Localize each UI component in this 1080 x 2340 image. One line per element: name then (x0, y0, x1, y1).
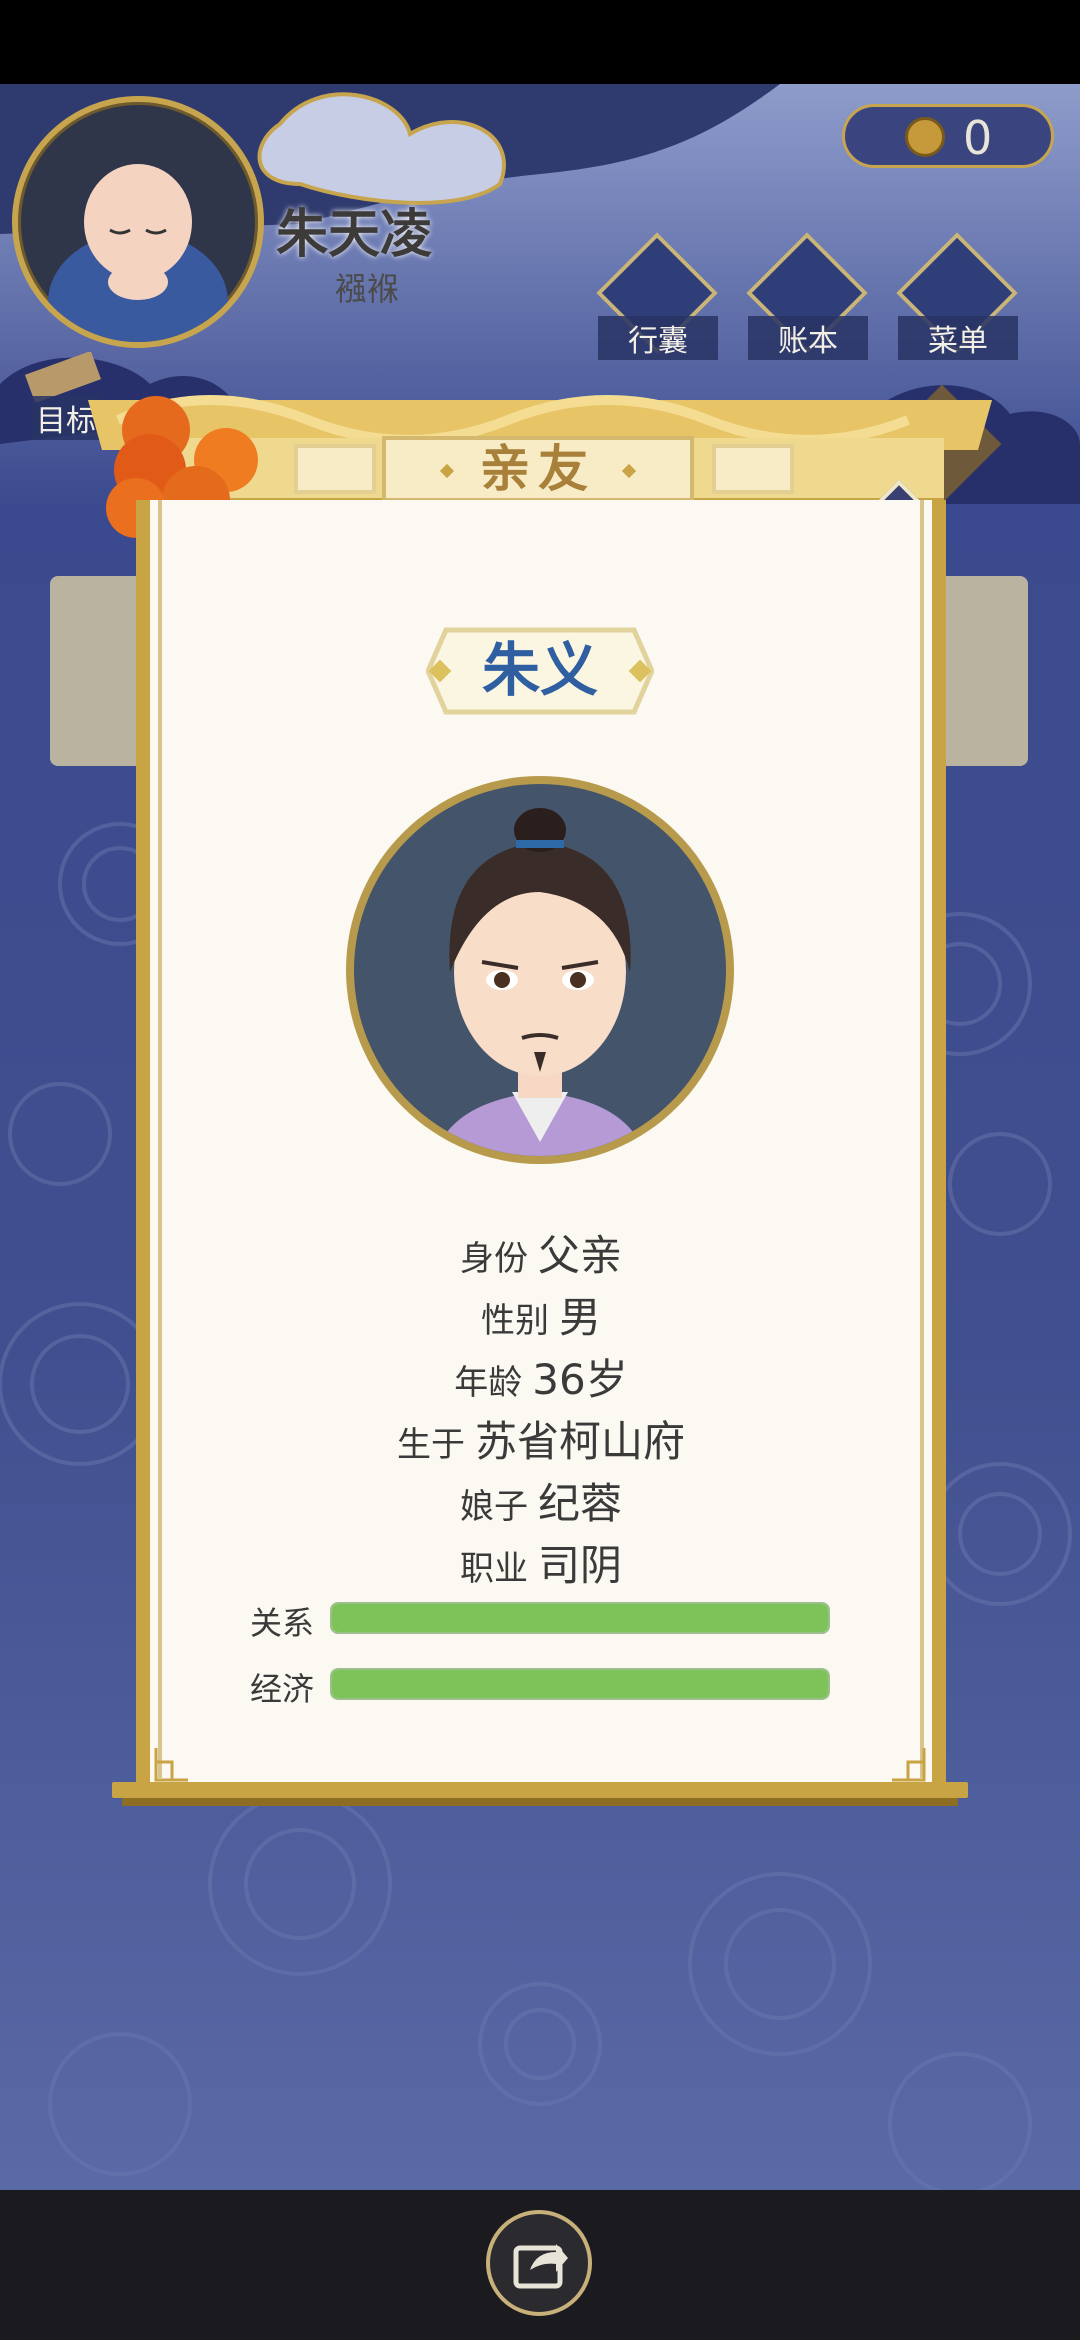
diamond-ornament-icon (439, 463, 455, 479)
player-avatar[interactable] (12, 96, 264, 348)
relationship-bar (330, 1602, 830, 1634)
header-ornament-right (712, 444, 794, 494)
card-bottom-rod (112, 1782, 968, 1798)
player-life-stage: 襁褓 (335, 270, 400, 308)
spouse-value: 纪蓉 (537, 1479, 622, 1528)
info-row-age: 年龄 36岁 (136, 1346, 946, 1407)
spouse-label: 娘子 (459, 1487, 528, 1527)
occupation-value: 司阴 (537, 1541, 622, 1590)
identity-value: 父亲 (537, 1231, 622, 1280)
card-bottom-shadow (122, 1798, 958, 1806)
age-label: 年龄 (454, 1363, 523, 1403)
corner-ornament-icon (892, 1748, 926, 1782)
menu-button[interactable]: 菜单 (896, 232, 1018, 360)
share-button[interactable] (486, 2210, 592, 2316)
currency-count: 0 (963, 111, 993, 165)
player-name: 朱天凌 (276, 205, 433, 265)
bag-label: 行囊 (598, 316, 718, 360)
birthplace-value: 苏省柯山府 (474, 1417, 685, 1466)
character-portrait (346, 776, 734, 1164)
menu-label: 菜单 (898, 316, 1018, 360)
relationship-bar-fill (332, 1604, 828, 1632)
share-icon (513, 2244, 568, 2289)
economy-bar (330, 1668, 830, 1700)
corner-ornament-icon (154, 1748, 188, 1782)
economy-bar-fill (332, 1670, 828, 1698)
status-bar (0, 0, 1080, 84)
birthplace-label: 生于 (396, 1425, 465, 1465)
bag-button[interactable]: 行囊 (596, 232, 718, 360)
info-row-identity: 身份 父亲 (136, 1222, 946, 1283)
header-ornament-left (294, 444, 376, 494)
baby-portrait (48, 164, 228, 342)
info-row-birthplace: 生于 苏省柯山府 (136, 1408, 946, 1469)
info-row-occupation: 职业 司阴 (136, 1532, 946, 1593)
occupation-label: 职业 (459, 1549, 528, 1589)
relationship-label: 关系 (250, 1604, 315, 1642)
copper-coin-icon (905, 117, 945, 157)
info-row-spouse: 娘子 纪蓉 (136, 1470, 946, 1531)
economy-label: 经济 (250, 1670, 315, 1708)
modal-title: 亲友 (480, 440, 596, 498)
info-row-gender: 性别男 (136, 1284, 946, 1345)
modal-header: 亲友 (382, 436, 694, 502)
diamond-ornament-icon (621, 463, 637, 479)
ledger-label: 账本 (748, 316, 868, 360)
character-name: 朱义 (481, 636, 598, 704)
identity-label: 身份 (459, 1239, 528, 1279)
ledger-button[interactable]: 账本 (746, 232, 868, 360)
currency-display: 0 (842, 104, 1054, 168)
bottom-navigation (0, 2190, 1080, 2340)
gender-label: 性别 (480, 1301, 549, 1341)
gender-value: 男 (558, 1293, 601, 1342)
age-value: 36岁 (532, 1355, 628, 1404)
